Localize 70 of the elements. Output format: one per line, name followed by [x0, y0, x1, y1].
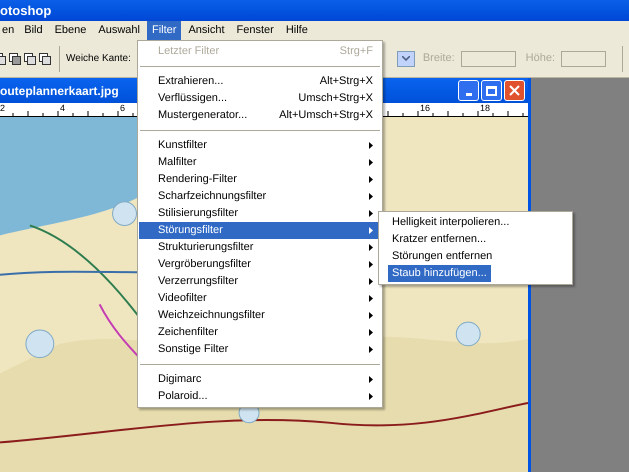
submenu-arrow-icon [369, 278, 373, 285]
submenu-arrow-icon [369, 312, 373, 319]
submenu-arrow-icon [369, 176, 373, 183]
menu-item[interactable]: Staub hinzufügen... [388, 265, 491, 282]
selection-mode-icon[interactable] [24, 52, 36, 64]
submenu-arrow-icon [369, 193, 373, 200]
menu-item[interactable]: Malfilter [139, 154, 381, 171]
menu-item[interactable]: Strukturierungsfilter [139, 239, 381, 256]
menu-item[interactable]: Störungen entfernen [388, 248, 496, 265]
shortcut-label: Alt+Strg+X [320, 74, 373, 90]
menu-item[interactable]: Bild [19, 21, 48, 40]
menu-item[interactable]: Digimarc [139, 371, 381, 388]
ruler-label: 6 [120, 103, 126, 113]
chevron-down-icon [402, 56, 410, 61]
menu-item[interactable]: Auswahl [93, 21, 145, 40]
menu-item[interactable]: Helligkeit interpolieren... [388, 214, 514, 231]
submenu-arrow-icon [369, 393, 373, 400]
maximize-icon [486, 86, 497, 96]
submenu-arrow-icon [369, 142, 373, 149]
window-title: otoshop [0, 4, 52, 17]
submenu-arrow-icon [369, 159, 373, 166]
menu-item[interactable]: Extrahieren... Alt+Strg+X [139, 73, 381, 90]
menu-item[interactable]: Fenster [232, 21, 279, 40]
menu-item[interactable]: Ebene [50, 21, 92, 40]
minimize-icon [466, 93, 472, 96]
height-label: Höhe: [526, 51, 555, 66]
ruler-label: 18 [480, 103, 490, 113]
menu-item[interactable]: Ansicht [183, 21, 230, 40]
menu-item[interactable]: Sonstige Filter [139, 341, 381, 358]
submenu-arrow-icon [369, 210, 373, 217]
menu-item[interactable]: Polaroid... [139, 388, 381, 405]
menu-item[interactable]: Hilfe [280, 21, 313, 40]
maximize-button[interactable] [481, 80, 502, 101]
menu-item[interactable]: Stilisierungsfilter [139, 205, 381, 222]
menu-item[interactable]: Mustergenerator... Alt+Umsch+Strg+X [139, 107, 381, 124]
shortcut-label: Alt+Umsch+Strg+X [279, 108, 373, 124]
submenu-arrow-icon [369, 295, 373, 302]
menu-item[interactable]: Videofilter [139, 290, 381, 307]
menu-item[interactable]: Vergröberungsfilter [139, 256, 381, 273]
submenu-arrow-icon [369, 346, 373, 353]
submenu-arrow-icon [369, 261, 373, 268]
selection-mode-icon[interactable] [9, 52, 21, 64]
feather-label: Weiche Kante: [66, 52, 131, 66]
selection-mode-icon[interactable] [39, 52, 51, 64]
menu-item[interactable]: Störungsfilter [139, 222, 381, 239]
menu-item[interactable]: Kunstfilter [139, 137, 381, 154]
document-title: outeplannerkaart.jpg [0, 82, 119, 100]
close-button[interactable] [504, 80, 525, 101]
width-label: Breite: [422, 51, 455, 66]
menu-item[interactable]: Zeichenfilter [139, 324, 381, 341]
ruler-label: 4 [60, 103, 66, 113]
menu-item[interactable]: Rendering-Filter [139, 171, 381, 188]
menu-item[interactable]: Scharfzeichnungsfilter [139, 188, 381, 205]
submenu-arrow-icon [369, 376, 373, 383]
menu-item[interactable]: Verzerrungsfilter [139, 273, 381, 290]
submenu-arrow-icon [369, 244, 373, 251]
minimize-button[interactable] [458, 80, 479, 101]
style-dropdown[interactable] [396, 50, 415, 66]
menu-item[interactable]: Weichzeichnungsfilter [139, 307, 381, 324]
shortcut-label: Umsch+Strg+X [298, 91, 373, 106]
submenu-arrow-icon [369, 329, 373, 336]
close-icon [509, 85, 520, 96]
ruler-label: 16 [420, 103, 430, 113]
submenu-arrow-icon [369, 227, 373, 234]
menu-item[interactable]: en [2, 21, 18, 40]
shortcut-label: Strg+F [340, 44, 373, 60]
menu-item[interactable]: Verflüssigen... Umsch+Strg+X [139, 90, 381, 107]
menu-item[interactable]: Filter [146, 21, 182, 40]
menu-item[interactable]: Kratzer entfernen... [388, 231, 490, 248]
ruler-label: 2 [0, 103, 6, 113]
